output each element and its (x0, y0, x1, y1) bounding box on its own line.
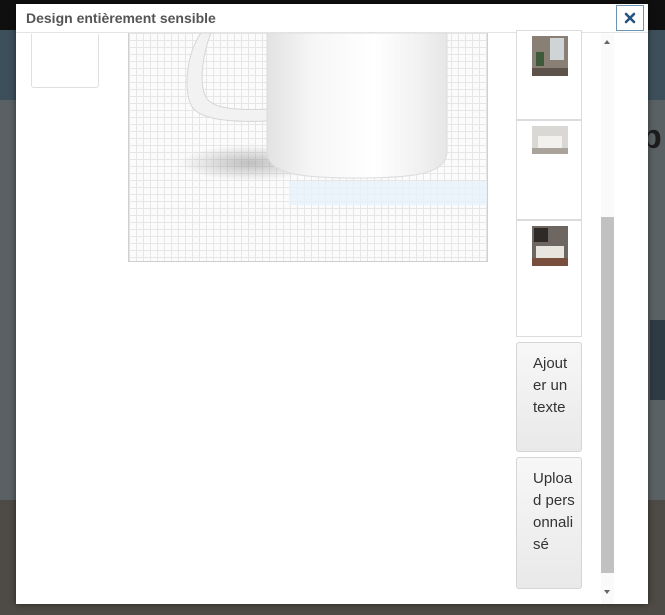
dialog-titlebar: Design entièrement sensible (16, 4, 648, 33)
room-photo-thumbnail (532, 36, 568, 76)
sidebar-item-living-room[interactable] (516, 220, 582, 337)
add-text-button[interactable]: Ajouter un texte (516, 342, 582, 452)
scroll-down-arrow-icon[interactable] (604, 590, 610, 594)
upload-custom-button[interactable]: Upload personnalisé (516, 457, 582, 589)
design-dialog: Design entièrement sensible Ajouter un t… (16, 4, 648, 604)
sidebar-item-bedroom[interactable] (516, 120, 582, 220)
close-button[interactable] (616, 5, 644, 31)
sidebar-item-room[interactable] (516, 30, 582, 120)
vertical-scrollbar[interactable] (601, 34, 614, 604)
living-room-photo-thumbnail (532, 226, 568, 266)
close-icon (624, 12, 636, 24)
bedroom-photo-thumbnail (532, 126, 568, 154)
template-thumbnail[interactable] (31, 34, 99, 88)
mug-preview (179, 33, 487, 205)
scrollbar-thumb[interactable] (601, 217, 614, 573)
background-panel (650, 320, 665, 400)
dialog-title: Design entièrement sensible (26, 10, 216, 26)
scroll-up-arrow-icon[interactable] (604, 40, 610, 44)
design-canvas[interactable] (128, 33, 488, 262)
